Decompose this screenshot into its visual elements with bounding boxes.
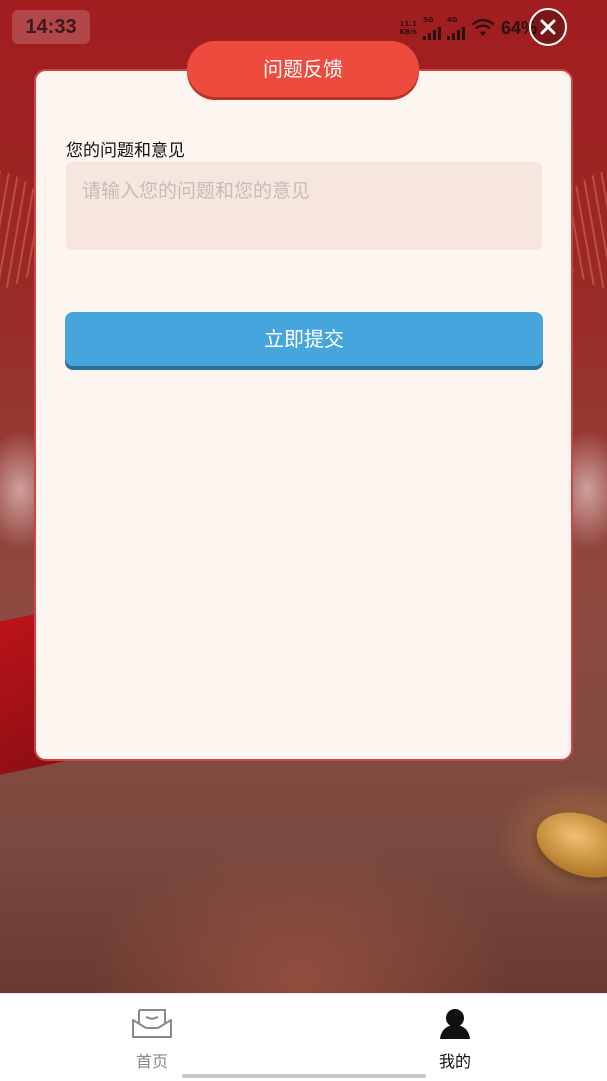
sim2-signal: 4G <box>446 16 465 40</box>
feedback-input[interactable] <box>66 162 542 250</box>
status-time: 14:33 <box>12 10 90 44</box>
inbox-icon <box>132 1009 172 1038</box>
feedback-field-label: 您的问题和意见 <box>66 141 185 161</box>
network-speed-unit: KB/s <box>399 28 417 36</box>
gold-coin-decoration <box>527 800 607 890</box>
nav-item-mine[interactable]: 我的 <box>395 1006 515 1072</box>
status-icons: 11.1 KB/s 5G 4G 64% <box>399 16 537 40</box>
nav-label-mine: 我的 <box>438 1052 471 1071</box>
nav-label-home: 首页 <box>135 1052 168 1071</box>
network-speed: 11.1 KB/s <box>399 20 416 36</box>
sim1-signal: 5G <box>422 16 441 40</box>
bottom-nav: 首页 我的 <box>0 993 607 1081</box>
network-speed-value: 11.1 <box>399 20 417 28</box>
signal-icon <box>422 24 441 40</box>
nav-item-home[interactable]: 首页 <box>92 1006 212 1072</box>
sim2-label: 4G <box>446 16 458 24</box>
home-indicator <box>182 1074 426 1078</box>
signal-icon <box>446 24 465 40</box>
dialog-title: 问题反馈 <box>187 41 419 97</box>
close-icon <box>540 19 556 35</box>
submit-button[interactable]: 立即提交 <box>65 312 543 366</box>
user-icon <box>440 1009 470 1039</box>
close-button[interactable] <box>529 8 567 46</box>
wifi-icon <box>471 18 495 38</box>
sim1-label: 5G <box>422 16 434 24</box>
